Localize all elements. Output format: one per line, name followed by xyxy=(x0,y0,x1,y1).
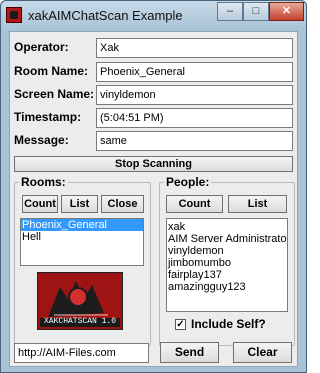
maximize-button[interactable]: □ xyxy=(243,2,269,21)
people-count-button[interactable]: Count xyxy=(166,195,223,213)
clear-button[interactable]: Clear xyxy=(233,342,292,363)
person-list-item[interactable]: AIM Server Administrator xyxy=(167,233,287,245)
stop-scanning-button[interactable]: Stop Scanning xyxy=(14,156,293,172)
timestamp-label: Timestamp: xyxy=(14,110,82,124)
include-self-label[interactable]: Include Self? xyxy=(191,317,266,331)
app-window: xakAIMChatScan Example – □ ✕ Operator: X… xyxy=(0,0,307,373)
rooms-close-button[interactable]: Close xyxy=(101,195,144,213)
room-list-item[interactable]: Phoenix_General xyxy=(21,219,143,231)
minimize-button[interactable]: – xyxy=(217,2,243,21)
client-area: Operator: Xak Room Name: Phoenix_General… xyxy=(9,31,298,367)
person-list-item[interactable]: xak xyxy=(167,221,287,233)
url-field[interactable]: http://AIM-Files.com xyxy=(14,343,149,363)
person-list-item[interactable]: jimbomumbo xyxy=(167,257,287,269)
person-list-item[interactable]: vinyldemon xyxy=(167,245,287,257)
include-self-checkbox[interactable]: ✓ xyxy=(175,319,186,330)
screen-name-label: Screen Name: xyxy=(14,87,95,101)
xakchatscan-logo: XAKCHATSCAN 1.0 xyxy=(37,272,123,330)
send-button[interactable]: Send xyxy=(160,342,219,363)
message-field[interactable]: same xyxy=(96,131,293,151)
checkmark-icon: ✓ xyxy=(176,319,185,330)
person-list-item[interactable]: amazingguy123 xyxy=(167,281,287,293)
people-list[interactable]: xak AIM Server Administrator vinyldemon … xyxy=(166,218,288,312)
people-list-button[interactable]: List xyxy=(228,195,287,213)
rooms-group-label: Rooms: xyxy=(19,175,68,189)
rooms-count-button[interactable]: Count xyxy=(22,195,58,213)
operator-label: Operator: xyxy=(14,40,69,54)
rooms-list[interactable]: Phoenix_General Hell xyxy=(20,218,144,266)
title-bar[interactable]: xakAIMChatScan Example – □ ✕ xyxy=(1,1,306,31)
window-title: xakAIMChatScan Example xyxy=(28,8,183,23)
logo-text: XAKCHATSCAN 1.0 xyxy=(43,317,116,326)
message-label: Message: xyxy=(14,133,69,147)
room-name-field[interactable]: Phoenix_General xyxy=(96,62,293,82)
rooms-list-button[interactable]: List xyxy=(61,195,98,213)
room-list-item[interactable]: Hell xyxy=(21,231,143,243)
timestamp-field[interactable]: (5:04:51 PM) xyxy=(96,108,293,128)
operator-field[interactable]: Xak xyxy=(96,38,293,58)
people-group-label: People: xyxy=(164,175,212,189)
person-list-item[interactable]: fairplay137 xyxy=(167,269,287,281)
screen-name-field[interactable]: vinyldemon xyxy=(96,85,293,105)
room-name-label: Room Name: xyxy=(14,64,89,78)
app-icon[interactable] xyxy=(6,7,22,23)
close-button[interactable]: ✕ xyxy=(269,2,304,21)
